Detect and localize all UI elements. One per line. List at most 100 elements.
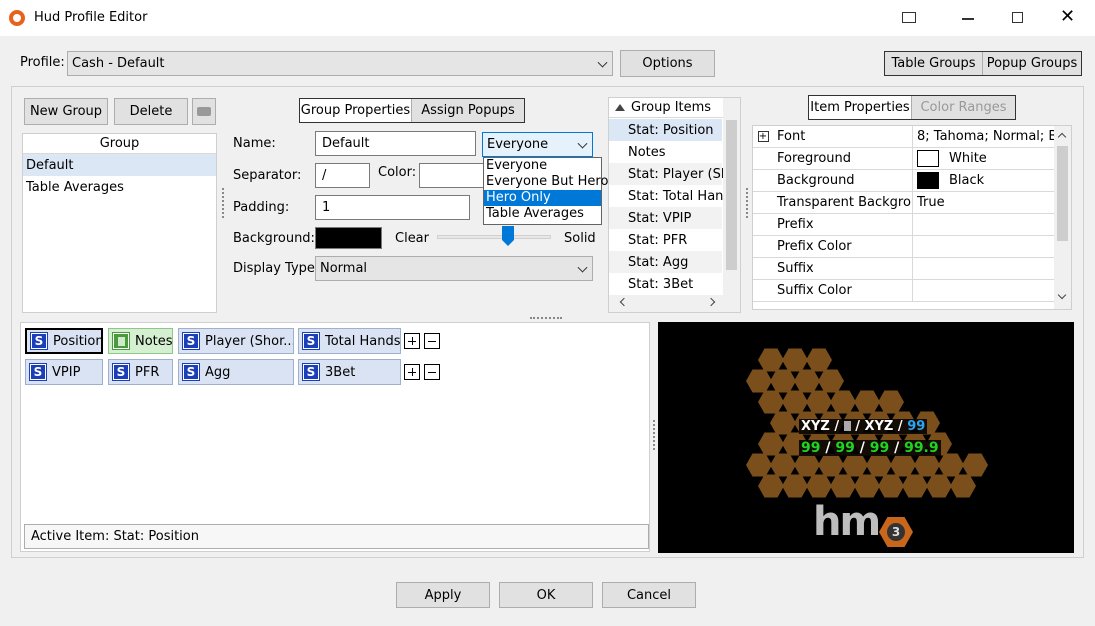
splitter-handle[interactable] xyxy=(653,420,655,450)
apply-button[interactable]: Apply xyxy=(396,582,490,608)
splitter-handle[interactable] xyxy=(222,188,224,218)
scroll-up-icon[interactable] xyxy=(1057,132,1067,142)
notes-indicator-icon xyxy=(843,421,851,431)
ok-button[interactable]: OK xyxy=(499,582,593,608)
scroll-left-icon[interactable] xyxy=(619,297,629,307)
expand-icon[interactable]: + xyxy=(753,126,773,147)
slider-thumb[interactable] xyxy=(502,226,514,246)
profile-select[interactable]: Cash - Default xyxy=(67,51,613,76)
property-row-suffix-color[interactable]: Suffix Color xyxy=(753,280,1055,302)
dropdown-option[interactable]: Table Averages xyxy=(484,206,601,222)
dropdown-option-selected[interactable]: Hero Only xyxy=(484,190,601,206)
display-type-select[interactable]: Normal xyxy=(315,256,593,281)
list-item[interactable]: Stat: Position xyxy=(609,119,722,141)
minimize-icon[interactable] xyxy=(962,18,974,20)
tab-color-ranges[interactable]: Color Ranges xyxy=(912,96,1015,119)
property-row-font[interactable]: + Font 8; Tahoma; Normal; Bol xyxy=(753,126,1055,148)
dropdown-option[interactable]: Everyone But Hero xyxy=(484,174,608,190)
property-row-prefix[interactable]: Prefix xyxy=(753,214,1055,236)
popup-groups-button[interactable]: Popup Groups xyxy=(983,52,1081,75)
scroll-down-icon[interactable] xyxy=(1057,290,1067,300)
group-list-header: Group xyxy=(23,134,216,154)
color-field[interactable] xyxy=(419,163,485,188)
list-item[interactable]: Stat: VPIP xyxy=(609,207,722,229)
property-grid: + Font 8; Tahoma; Normal; Bol Foreground… xyxy=(752,125,1072,310)
property-row-foreground[interactable]: Foreground White xyxy=(753,148,1055,170)
restore-layout-icon[interactable] xyxy=(902,12,916,23)
layout-chip-notes[interactable]: Notes xyxy=(108,328,173,354)
group-list: Group Default Table Averages xyxy=(22,133,217,313)
hex-cell xyxy=(806,348,832,372)
list-item[interactable]: Stat: Agg xyxy=(609,251,722,273)
layout-chip-3bet[interactable]: S 3Bet xyxy=(298,359,401,385)
property-row-suffix[interactable]: Suffix xyxy=(753,258,1055,280)
tab-group-properties[interactable]: Group Properties xyxy=(300,99,412,122)
close-icon[interactable]: ✕ xyxy=(1060,8,1075,26)
horizontal-splitter-handle[interactable] xyxy=(530,317,562,319)
solid-label: Solid xyxy=(564,231,596,246)
padding-label: Padding: xyxy=(233,200,290,215)
opacity-slider[interactable] xyxy=(437,226,551,250)
property-value[interactable] xyxy=(913,214,1055,235)
separator-field[interactable]: / xyxy=(315,163,370,188)
sort-up-icon xyxy=(615,104,625,111)
property-value[interactable]: 8; Tahoma; Normal; Bol xyxy=(913,126,1055,147)
property-row-prefix-color[interactable]: Prefix Color xyxy=(753,236,1055,258)
name-field[interactable]: Default xyxy=(315,131,476,156)
layout-chip-agg[interactable]: S Agg xyxy=(178,359,294,385)
property-row-transparent[interactable]: Transparent Backgroun True xyxy=(753,192,1055,214)
cancel-button[interactable]: Cancel xyxy=(602,582,696,608)
property-value[interactable]: Black xyxy=(949,173,984,188)
layout-chip-pfr[interactable]: S PFR xyxy=(108,359,173,385)
layout-chip-position[interactable]: S Position xyxy=(25,328,103,354)
vertical-scrollbar[interactable] xyxy=(1054,126,1071,309)
property-value[interactable] xyxy=(913,280,1055,301)
hm3-logo-badge: 3 xyxy=(879,517,913,547)
delete-button[interactable]: Delete xyxy=(114,98,188,125)
padding-field[interactable]: 1 xyxy=(315,195,470,220)
layout-chip-vpip[interactable]: S VPIP xyxy=(25,359,103,385)
visibility-select[interactable]: Everyone xyxy=(482,132,593,157)
scroll-thumb[interactable] xyxy=(1057,146,1068,241)
horizontal-scrollbar[interactable] xyxy=(609,295,740,312)
preview-line-2: 99 / 99 / 99 / 99.9 xyxy=(799,440,941,456)
hex-cell xyxy=(770,369,796,393)
view-toggle: Table Groups Popup Groups xyxy=(884,51,1082,76)
scroll-thumb[interactable] xyxy=(726,120,737,270)
list-item[interactable]: Stat: Player (Sho xyxy=(609,163,737,185)
property-value[interactable] xyxy=(913,236,1055,257)
table-groups-button[interactable]: Table Groups xyxy=(885,52,983,75)
vertical-scrollbar[interactable] xyxy=(723,98,740,296)
hex-cell xyxy=(830,390,856,414)
property-name: Prefix Color xyxy=(773,236,913,257)
list-item[interactable]: Default xyxy=(23,154,216,176)
list-item[interactable]: Stat: PFR xyxy=(609,229,722,251)
hex-cell xyxy=(782,474,808,498)
list-item[interactable]: Stat: 3Bet xyxy=(609,273,722,295)
property-value[interactable] xyxy=(913,258,1055,279)
group-tabs: Group Properties Assign Popups xyxy=(299,98,525,123)
splitter-handle[interactable] xyxy=(746,188,748,218)
options-button[interactable]: Options xyxy=(620,50,715,77)
layout-chip-player[interactable]: S Player (Shor... xyxy=(178,328,294,354)
property-value[interactable]: True xyxy=(913,192,1055,213)
background-color-swatch[interactable] xyxy=(315,227,382,249)
tab-item-properties[interactable]: Item Properties xyxy=(809,96,912,119)
property-row-background[interactable]: Background Black xyxy=(753,170,1055,192)
remove-icon[interactable] xyxy=(424,364,440,380)
scroll-right-icon[interactable] xyxy=(706,297,716,307)
list-item[interactable]: Table Averages xyxy=(23,176,216,198)
print-button[interactable] xyxy=(192,98,216,125)
add-icon[interactable] xyxy=(404,364,420,380)
list-item[interactable]: Stat: Total Hands xyxy=(609,185,738,207)
remove-icon[interactable] xyxy=(424,333,440,349)
dropdown-option[interactable]: Everyone xyxy=(484,158,601,174)
list-item[interactable]: Notes xyxy=(609,141,722,163)
maximize-icon[interactable] xyxy=(1012,12,1023,23)
layout-chip-total-hands[interactable]: S Total Hands xyxy=(298,328,401,354)
hex-cell xyxy=(794,369,820,393)
tab-assign-popups[interactable]: Assign Popups xyxy=(412,99,524,122)
add-icon[interactable] xyxy=(404,333,420,349)
property-value[interactable]: White xyxy=(949,151,987,166)
new-group-button[interactable]: New Group xyxy=(24,98,108,125)
